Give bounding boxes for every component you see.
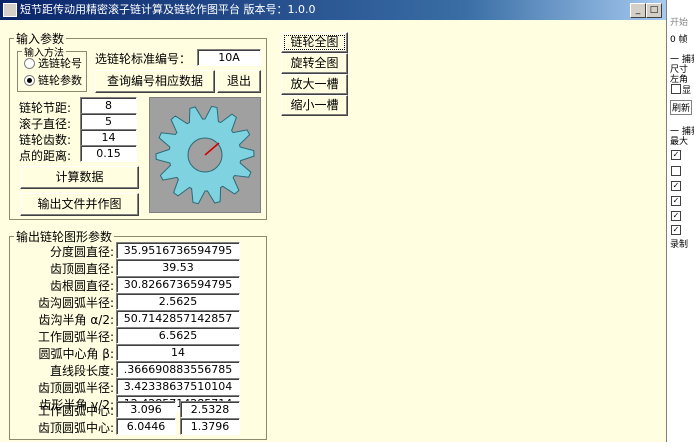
panel-record-label: 录制 — [670, 240, 689, 250]
panel-checkbox[interactable]: ✓ — [671, 181, 681, 191]
output-value: 2.5625 — [116, 293, 240, 310]
radio-sprocket-params[interactable] — [24, 75, 35, 86]
side-capture-panel: 开始 0 帧 一 捕获 尺寸 左角 显 刷新 一 捕获 最大 ✓ ✓ ✓ ✓ ✓… — [668, 0, 694, 448]
output-label: 齿根圆直径: — [49, 279, 114, 293]
full-view-button[interactable]: 链轮全图 — [281, 32, 348, 53]
main-window: 短节距传动用精密滚子链计算及链轮作图平台 版本号：1.0.0 _ □ 输入参数 … — [0, 0, 667, 442]
output-value: 6.5625 — [116, 327, 240, 344]
panel-show-label: 显 — [682, 86, 692, 96]
app-icon — [3, 3, 17, 17]
title-bar[interactable]: 短节距传动用精密滚子链计算及链轮作图平台 版本号：1.0.0 _ □ — [0, 0, 666, 20]
panel-checkbox[interactable] — [671, 84, 681, 94]
tip-arc-center-y: 1.3796 — [180, 418, 240, 435]
radio-select-sprocket-label[interactable]: 选链轮号 — [38, 55, 82, 71]
output-label: 齿沟半角 α/2: — [38, 313, 114, 327]
rotate-view-button[interactable]: 旋转全图 — [281, 53, 348, 74]
radio-select-sprocket[interactable] — [24, 58, 35, 69]
pitch-field[interactable]: 8 — [80, 97, 137, 114]
output-label: 直线段长度: — [49, 364, 114, 378]
output-value: 50.7142857142857 — [116, 310, 240, 327]
panel-checkbox[interactable]: ✓ — [671, 225, 681, 235]
calculate-button[interactable]: 计算数据 — [20, 166, 139, 189]
work-arc-center-y: 2.5328 — [180, 401, 240, 418]
exit-button[interactable]: 退出 — [217, 70, 261, 93]
field-label: 滚子直径: — [19, 117, 72, 131]
output-label: 圆弧中心角 β: — [38, 347, 114, 361]
output-value: 39.53 — [116, 259, 240, 276]
zoom-out-button[interactable]: 缩小一槽 — [281, 95, 348, 116]
panel-refresh-button[interactable]: 刷新 — [670, 100, 693, 115]
output-value: 35.9516736594795 — [116, 242, 240, 259]
panel-checkbox[interactable]: ✓ — [671, 211, 681, 221]
point-distance-field[interactable]: 0.15 — [80, 145, 137, 162]
field-label: 点的距离: — [19, 149, 72, 163]
field-label: 链轮节距: — [19, 101, 72, 115]
output-label: 齿顶圆直径: — [49, 262, 114, 276]
std-number-label: 选链轮标准编号： — [95, 52, 192, 66]
panel-checkbox[interactable]: ✓ — [671, 150, 681, 160]
tip-arc-center-label: 齿顶圆弧中心: — [37, 421, 114, 435]
panel-start-button[interactable]: 开始 — [670, 15, 688, 28]
output-label: 工作圆弧半径: — [37, 330, 114, 344]
export-button[interactable]: 输出文件并作图 — [20, 193, 139, 216]
query-button[interactable]: 查询编号相应数据 — [95, 70, 215, 93]
sprocket-radius-line — [204, 142, 220, 156]
panel-frame-count: 0 帧 — [670, 35, 688, 45]
output-value: 14 — [116, 344, 240, 361]
tip-arc-center-x: 6.0446 — [116, 418, 176, 435]
window-title: 短节距传动用精密滚子链计算及链轮作图平台 版本号：1.0.0 — [20, 3, 316, 16]
output-value: 30.8266736594795 — [116, 276, 240, 293]
teeth-count-field[interactable]: 14 — [80, 129, 137, 146]
work-arc-center-label: 工作圆弧中心: — [37, 404, 114, 418]
output-value: .366690883556785 — [116, 361, 240, 378]
output-label: 分度圆直径: — [49, 245, 114, 259]
output-value: 3.42338637510104 — [116, 378, 240, 395]
output-label: 齿顶圆弧半径: — [37, 381, 114, 395]
panel-checkbox[interactable] — [671, 166, 681, 176]
roller-diameter-field[interactable]: 5 — [80, 113, 137, 130]
minimize-button[interactable]: _ — [630, 3, 646, 18]
output-label: 齿沟圆弧半径: — [37, 296, 114, 310]
sprocket-preview — [149, 97, 261, 213]
panel-checkbox[interactable]: ✓ — [671, 196, 681, 206]
field-label: 链轮齿数: — [19, 133, 72, 147]
radio-sprocket-params-label[interactable]: 链轮参数 — [38, 72, 82, 88]
work-arc-center-x: 3.096 — [116, 401, 176, 418]
sprocket-gear-drawing — [155, 105, 255, 205]
maximize-button[interactable]: □ — [646, 3, 662, 18]
std-number-field[interactable]: 10A — [197, 49, 261, 66]
panel-max-label: 最大 — [670, 137, 689, 147]
zoom-in-button[interactable]: 放大一槽 — [281, 74, 348, 95]
